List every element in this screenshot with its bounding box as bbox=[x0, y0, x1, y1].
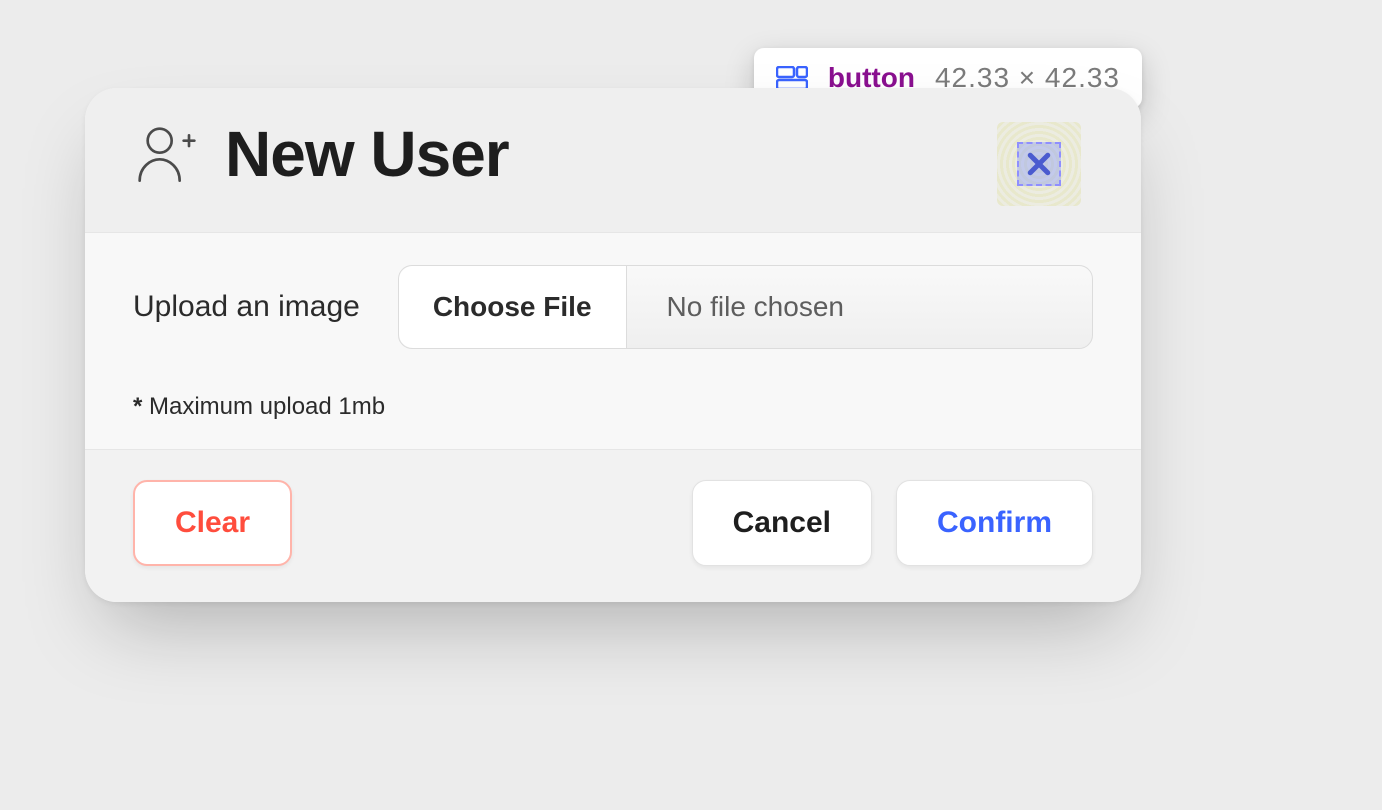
hint-text: Maximum upload 1mb bbox=[142, 393, 385, 420]
clear-button[interactable]: Clear bbox=[133, 480, 292, 566]
modal-body: Upload an image Choose File No file chos… bbox=[85, 233, 1141, 450]
user-plus-icon bbox=[133, 122, 197, 186]
layout-grid-icon bbox=[776, 66, 808, 90]
file-chosen-status: No file chosen bbox=[627, 291, 844, 323]
cancel-button[interactable]: Cancel bbox=[692, 480, 872, 566]
modal-header: New User bbox=[85, 88, 1141, 233]
file-input[interactable]: Choose File No file chosen bbox=[398, 265, 1093, 349]
upload-hint: * Maximum upload 1mb bbox=[133, 393, 1093, 421]
close-button[interactable] bbox=[997, 122, 1081, 206]
hint-asterisk: * bbox=[133, 393, 142, 420]
modal-footer: Clear Cancel Confirm bbox=[85, 450, 1141, 602]
choose-file-button[interactable]: Choose File bbox=[399, 266, 627, 348]
close-icon bbox=[1024, 149, 1054, 179]
modal-title: New User bbox=[225, 122, 509, 186]
upload-image-label: Upload an image bbox=[133, 290, 360, 324]
new-user-modal: New User Upload an image Choose File No … bbox=[85, 88, 1141, 602]
confirm-button[interactable]: Confirm bbox=[896, 480, 1093, 566]
